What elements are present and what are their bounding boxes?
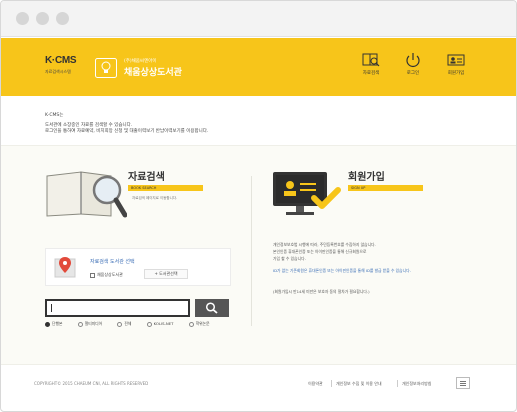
book-search-icon	[362, 53, 380, 67]
text-caret	[51, 304, 52, 312]
signup-note-4: ID가 없는 기존회원은 휴대폰인증 또는 아이핀인증을 통해 ID를 발급 받…	[273, 268, 411, 273]
window-dot-1[interactable]	[16, 12, 29, 25]
radio-label: 단행본	[52, 321, 63, 326]
library-name[interactable]: 채움상상도서관	[124, 65, 182, 78]
search-button[interactable]	[195, 299, 229, 317]
search-section-title: 자료검색	[128, 172, 165, 183]
monitor-check-icon	[273, 172, 341, 215]
nav-label: 회원가입	[447, 71, 465, 76]
search-section-tag: BOOK SEARCH	[128, 185, 203, 191]
footer-link-terms[interactable]: 이용약관	[308, 381, 323, 387]
radio-icon[interactable]	[146, 321, 152, 327]
footer-link-privacy-policy[interactable]: 개인정보처리방침	[402, 381, 431, 387]
signup-note-2: 본인인증 휴대폰인증 또는 아이핀인증을 통해 신규회원으로	[273, 249, 367, 254]
select-library-button[interactable]: + 도서관선택	[144, 269, 188, 279]
radio-icon[interactable]	[117, 321, 123, 327]
radio-option[interactable]: 멀티미디어	[77, 321, 109, 327]
radio-icon[interactable]	[188, 321, 194, 327]
browser-window: K·CMS 자료검색시스템 (주)채움씨엔아이 채움상상도서관 자료검색 로그인	[0, 0, 517, 412]
signup-note-3: 가입 할 수 있습니다.	[273, 256, 306, 261]
nav-login[interactable]: 로그인	[393, 52, 433, 76]
footer-separator	[331, 380, 332, 387]
footer-copyright: COPYRIGHT© 2015 CHAEUM CNI, ALL RIGHTS R…	[34, 381, 149, 386]
library-select-box: 자료검색 도서관 선택 채움상상도서관 + 도서관선택	[45, 248, 231, 286]
footer-link-privacy-collect[interactable]: 개인정보 수집 및 이용 안내	[336, 381, 382, 387]
menu-line	[460, 385, 466, 386]
kcms-logo[interactable]: K·CMS	[45, 55, 77, 66]
nav-label: 로그인	[406, 71, 420, 76]
signup-section-title: 회원가입	[348, 172, 385, 183]
footer-separator	[397, 380, 398, 387]
open-book-search-icon	[46, 171, 127, 218]
intro-text: K·CMS는 도서관에 소장중인 자료를 검색할 수 있습니다. 로그인을 통하…	[45, 113, 208, 135]
radio-option[interactable]: 단행본	[45, 321, 69, 327]
window-titlebar	[1, 1, 516, 37]
nav-label: 자료검색	[362, 71, 380, 76]
window-dot-3[interactable]	[56, 12, 69, 25]
menu-line	[460, 381, 466, 382]
magnifier-icon	[205, 302, 218, 314]
radio-option[interactable]: KOLIS-NET	[146, 321, 181, 327]
site-header: K·CMS 자료검색시스템 (주)채움씨엔아이 채움상상도서관 자료검색 로그인	[1, 38, 516, 96]
window-dot-2[interactable]	[36, 12, 49, 25]
map-pin-icon	[54, 257, 76, 278]
library-checkbox[interactable]: 채움상상도서관	[90, 272, 123, 278]
library-select-title: 자료검색 도서관 선택	[90, 259, 135, 265]
signup-note-1: 개인정보보호법 시행에 따라, 주민등록번호를 수집하지 않습니다.	[273, 242, 376, 247]
search-type-radio-group: 단행본 멀티미디어 전체 KOLIS-NET 학위논문	[45, 321, 224, 327]
radio-icon[interactable]	[77, 321, 83, 327]
search-input[interactable]	[45, 299, 190, 317]
library-checkbox-label: 채움상상도서관	[97, 272, 123, 277]
signup-note-5: (회원가입시 만14세 미만은 보호자 동의 절차가 필요합니다.)	[273, 289, 370, 294]
radio-label: 전체	[124, 321, 132, 326]
intro-line-2: 로그인을 통하여 자료예약, 비치희망 신청 및 대출이력보기 반납이력보기를 …	[45, 129, 209, 134]
radio-option[interactable]: 학위논문	[188, 321, 217, 327]
power-icon	[406, 53, 420, 67]
id-card-icon	[447, 54, 465, 66]
radio-label: KOLIS-NET	[153, 321, 174, 326]
checkbox-icon[interactable]	[90, 272, 95, 278]
radio-icon[interactable]	[45, 321, 50, 327]
radio-label: 학위논문	[195, 321, 210, 326]
radio-option[interactable]: 전체	[117, 321, 138, 327]
library-company: (주)채움씨엔아이	[124, 59, 157, 64]
nav-signup[interactable]: 회원가입	[436, 52, 476, 76]
menu-line	[460, 383, 466, 384]
lightbulb-icon	[95, 58, 117, 78]
logo-subtitle: 자료검색시스템	[45, 69, 71, 74]
search-section-desc: 자료검색 페이지로 이동합니다.	[132, 196, 178, 200]
section-divider	[251, 176, 252, 326]
main-panel: 자료검색 BOOK SEARCH 자료검색 페이지로 이동합니다. 자료검색 도…	[1, 145, 516, 365]
signup-section-tag[interactable]: SIGN UP	[348, 185, 423, 191]
radio-label: 멀티미디어	[84, 321, 103, 326]
nav-book-search[interactable]: 자료검색	[351, 52, 391, 76]
footer-menu-button[interactable]	[456, 377, 470, 389]
